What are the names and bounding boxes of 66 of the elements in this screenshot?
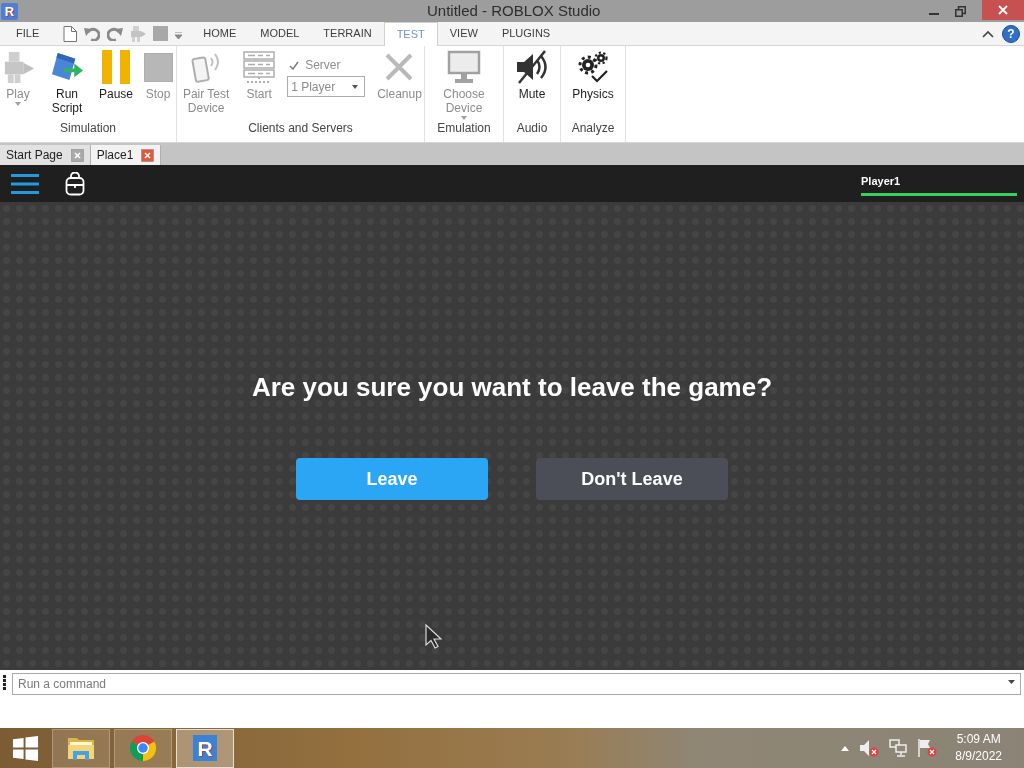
document-tab[interactable]: Start Page [0, 145, 91, 165]
stop-icon [143, 52, 173, 82]
ribbon-button[interactable]: Pause [98, 50, 134, 101]
player-name: Player1 [861, 174, 902, 188]
backpack-icon[interactable] [65, 171, 85, 196]
close-icon[interactable] [141, 148, 155, 162]
minimize-icon [928, 13, 939, 15]
mouse-pointer-icon [425, 624, 442, 649]
app-logo: R [1, 2, 18, 20]
clock-date[interactable]: 8/9/2022 [955, 748, 1002, 765]
help-button[interactable]: ? [1002, 24, 1020, 43]
close-icon[interactable] [70, 148, 84, 162]
restore-icon [955, 5, 966, 17]
ribbon-tab[interactable]: PLUGINS [489, 22, 563, 45]
cross-icon [384, 52, 415, 82]
taskbar-app-button[interactable] [52, 728, 110, 768]
clock-time[interactable]: 5:09 AM [956, 731, 1001, 748]
file-menu[interactable]: FILE [4, 22, 52, 45]
undo-icon[interactable] [84, 26, 101, 41]
pause-icon [101, 50, 131, 84]
close-button[interactable] [982, 0, 1024, 20]
document-tab[interactable]: Place1 [90, 145, 162, 165]
gears-check-icon [577, 51, 609, 83]
ribbon-tab[interactable]: VIEW [437, 22, 490, 45]
taskbar-app-button[interactable] [114, 728, 172, 768]
ribbon-group-label: Audio [515, 121, 549, 137]
ribbon-tab[interactable]: MODEL [248, 22, 312, 45]
caret-up-icon[interactable] [841, 745, 850, 751]
new-file-icon[interactable] [63, 25, 78, 42]
player-count-dropdown[interactable]: 1 Player [287, 76, 366, 97]
command-input[interactable]: Run a command [12, 673, 1021, 695]
server-rack-icon [243, 51, 276, 83]
caret-down-icon[interactable] [1008, 680, 1015, 684]
redo-icon[interactable] [107, 26, 124, 41]
ribbon-tab[interactable]: HOME [191, 22, 249, 45]
checkbox[interactable] [289, 60, 300, 70]
browser-icon [128, 733, 158, 763]
chevron-up-icon[interactable] [982, 29, 994, 38]
menu-icon[interactable] [11, 173, 39, 194]
caret-down-icon [352, 84, 359, 89]
windows-logo-icon [11, 734, 39, 762]
ribbon-tab[interactable]: TERRAIN [311, 22, 384, 45]
ribbon-group-label: Emulation [436, 121, 492, 137]
checkbox-label: Server [305, 58, 341, 72]
ribbon-button[interactable]: Run Script [42, 50, 92, 115]
grip-icon[interactable] [3, 674, 6, 690]
stop-icon[interactable] [153, 26, 169, 41]
app-logo: R [193, 735, 217, 761]
monitor-icon [447, 50, 481, 84]
leave-prompt: Are you sure you want to leave the game? [251, 372, 773, 402]
ribbon-button[interactable]: Mute [514, 50, 550, 101]
ribbon-group-label: Analyze [570, 121, 616, 137]
speaker-muted-icon[interactable] [859, 739, 880, 757]
taskbar-app-button[interactable]: R [176, 728, 234, 768]
ribbon-group-label: Simulation [59, 121, 117, 137]
close-icon [998, 5, 1008, 15]
ribbon-group-label: Clients and Servers [247, 121, 354, 137]
network-icon[interactable] [889, 739, 908, 757]
stay-button[interactable]: Don't Leave [536, 458, 728, 500]
phone-signal-icon [191, 51, 222, 83]
folder-icon [67, 735, 95, 761]
window-title: Untitled - ROBLOX Studio [427, 1, 601, 21]
ribbon-button[interactable]: Physics [570, 50, 616, 101]
speaker-muted-icon [516, 50, 548, 84]
flag-icon[interactable] [917, 738, 938, 758]
customize-toolbar-icon[interactable] [175, 32, 183, 39]
